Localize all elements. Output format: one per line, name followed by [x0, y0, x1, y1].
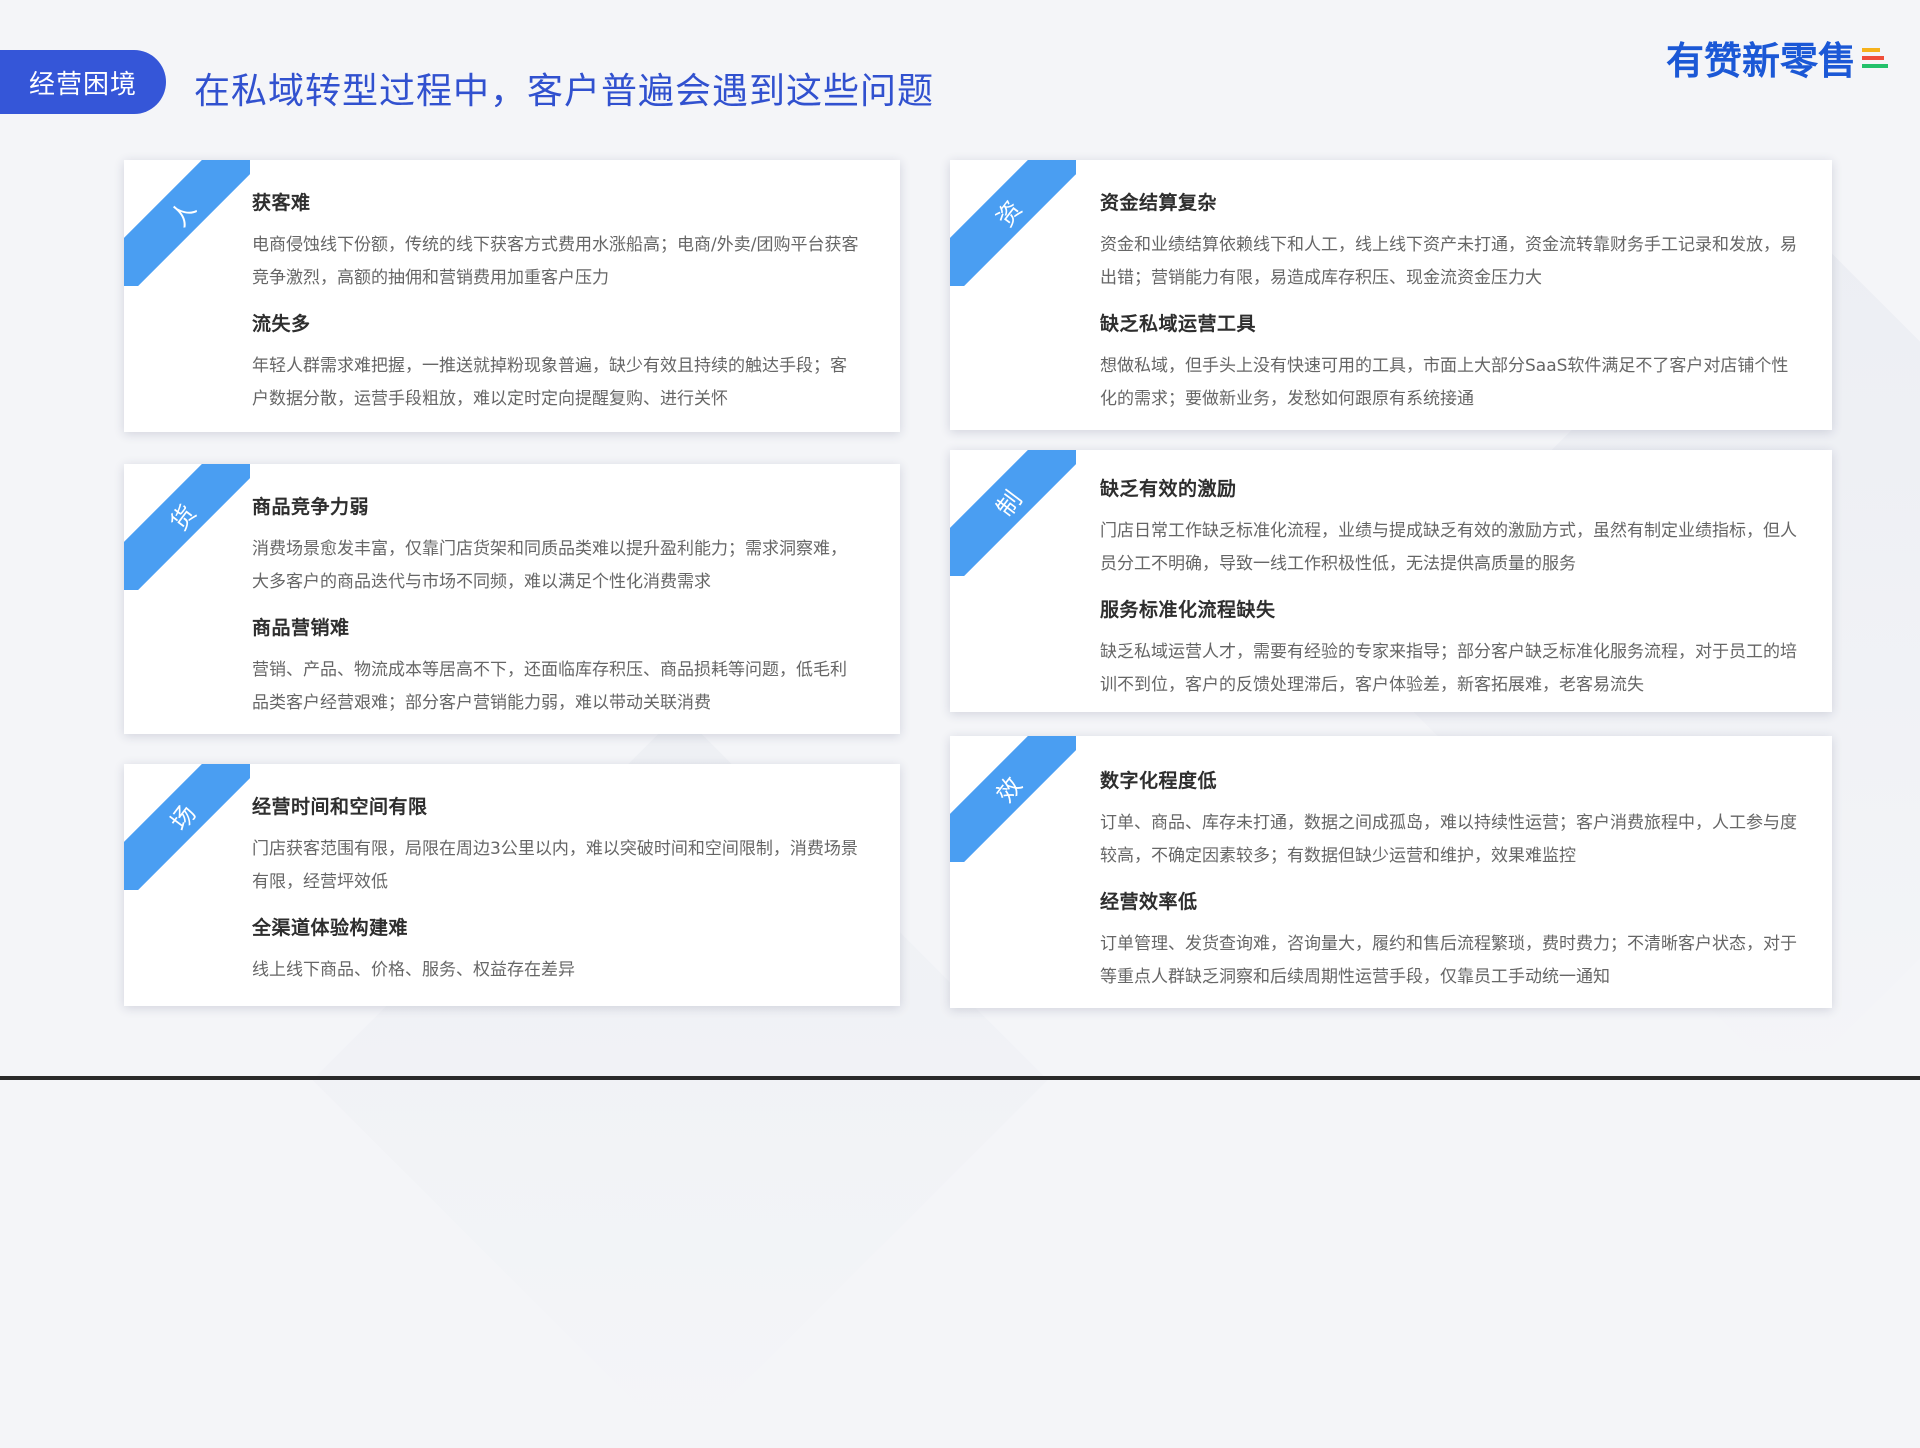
corner-ribbon: 场 — [124, 764, 250, 890]
item-description: 营销、产品、物流成本等居高不下，还面临库存积压、商品损耗等问题，低毛利品类客户经… — [252, 660, 847, 713]
brand-logo: 有赞新零售 — [1666, 30, 1888, 85]
problem-card-system: 制 缺乏有效的激励 门店日常工作缺乏标准化流程，业绩与提成缺乏有效的激励方式，虽… — [950, 450, 1832, 712]
logo-bars-icon — [1862, 47, 1888, 68]
corner-ribbon: 货 — [124, 464, 250, 590]
corner-ribbon: 制 — [950, 450, 1076, 576]
ribbon-label: 人 — [164, 195, 202, 232]
problem-card-capital: 资 资金结算复杂 资金和业绩结算依赖线下和人工，线上线下资产未打通，资金流转靠财… — [950, 160, 1832, 430]
item-title: 商品营销难 — [252, 617, 350, 639]
item-title: 数字化程度低 — [1100, 770, 1218, 792]
item-description: 年轻人群需求难把握，一推送就掉粉现象普遍，缺少有效且持续的触达手段；客户数据分散… — [252, 356, 847, 409]
item-title: 服务标准化流程缺失 — [1100, 599, 1276, 621]
item-title: 缺乏有效的激励 — [1100, 478, 1237, 500]
brand-logo-text: 有赞新零售 — [1665, 39, 1856, 83]
section-tag: 经营困境 — [0, 50, 166, 114]
item-description: 订单管理、发货查询难，咨询量大，履约和售后流程繁琐，费时费力；不清晰客户状态，对… — [1100, 934, 1797, 987]
item-description: 门店获客范围有限，局限在周边3公里以内，难以突破时间和空间限制，消费场景有限，经… — [252, 839, 858, 892]
corner-ribbon: 人 — [124, 160, 250, 286]
item-title: 资金结算复杂 — [1100, 192, 1218, 214]
ribbon-label: 资 — [990, 195, 1028, 232]
item-title: 流失多 — [252, 313, 311, 335]
item-description: 门店日常工作缺乏标准化流程，业绩与提成缺乏有效的激励方式，虽然有制定业绩指标，但… — [1100, 521, 1797, 574]
item-title: 缺乏私域运营工具 — [1100, 313, 1257, 335]
item-title: 全渠道体验构建难 — [252, 917, 409, 939]
ribbon-label: 制 — [990, 485, 1028, 522]
problem-card-venue: 场 经营时间和空间有限 门店获客范围有限，局限在周边3公里以内，难以突破时间和空… — [124, 764, 900, 1006]
item-description: 电商侵蚀线下份额，传统的线下获客方式费用水涨船高；电商/外卖/团购平台获客竞争激… — [252, 235, 859, 288]
item-title: 获客难 — [252, 192, 311, 214]
problem-card-people: 人 获客难 电商侵蚀线下份额，传统的线下获客方式费用水涨船高；电商/外卖/团购平… — [124, 160, 900, 432]
item-title: 经营效率低 — [1100, 891, 1198, 913]
ribbon-label: 效 — [990, 771, 1028, 808]
corner-ribbon: 资 — [950, 160, 1076, 286]
ribbon-label: 货 — [164, 499, 202, 536]
item-title: 商品竞争力弱 — [252, 496, 370, 518]
item-description: 线上线下商品、价格、服务、权益存在差异 — [252, 960, 575, 980]
corner-ribbon: 效 — [950, 736, 1076, 862]
problem-card-efficiency: 效 数字化程度低 订单、商品、库存未打通，数据之间成孤岛，难以持续性运营；客户消… — [950, 736, 1832, 1008]
item-description: 缺乏私域运营人才，需要有经验的专家来指导；部分客户缺乏标准化服务流程，对于员工的… — [1100, 642, 1797, 695]
item-description: 想做私域，但手头上没有快速可用的工具，市面上大部分SaaS软件满足不了客户对店铺… — [1100, 356, 1789, 409]
item-description: 订单、商品、库存未打通，数据之间成孤岛，难以持续性运营；客户消费旅程中，人工参与… — [1100, 813, 1797, 866]
item-title: 经营时间和空间有限 — [252, 796, 428, 818]
page-title: 在私域转型过程中，客户普遍会遇到这些问题 — [194, 71, 935, 112]
ribbon-label: 场 — [164, 799, 202, 836]
bottom-divider — [0, 1076, 1920, 1080]
problem-card-goods: 货 商品竞争力弱 消费场景愈发丰富，仅靠门店货架和同质品类难以提升盈利能力；需求… — [124, 464, 900, 734]
item-description: 资金和业绩结算依赖线下和人工，线上线下资产未打通，资金流转靠财务手工记录和发放，… — [1100, 235, 1797, 288]
item-description: 消费场景愈发丰富，仅靠门店货架和同质品类难以提升盈利能力；需求洞察难，大多客户的… — [252, 539, 847, 592]
